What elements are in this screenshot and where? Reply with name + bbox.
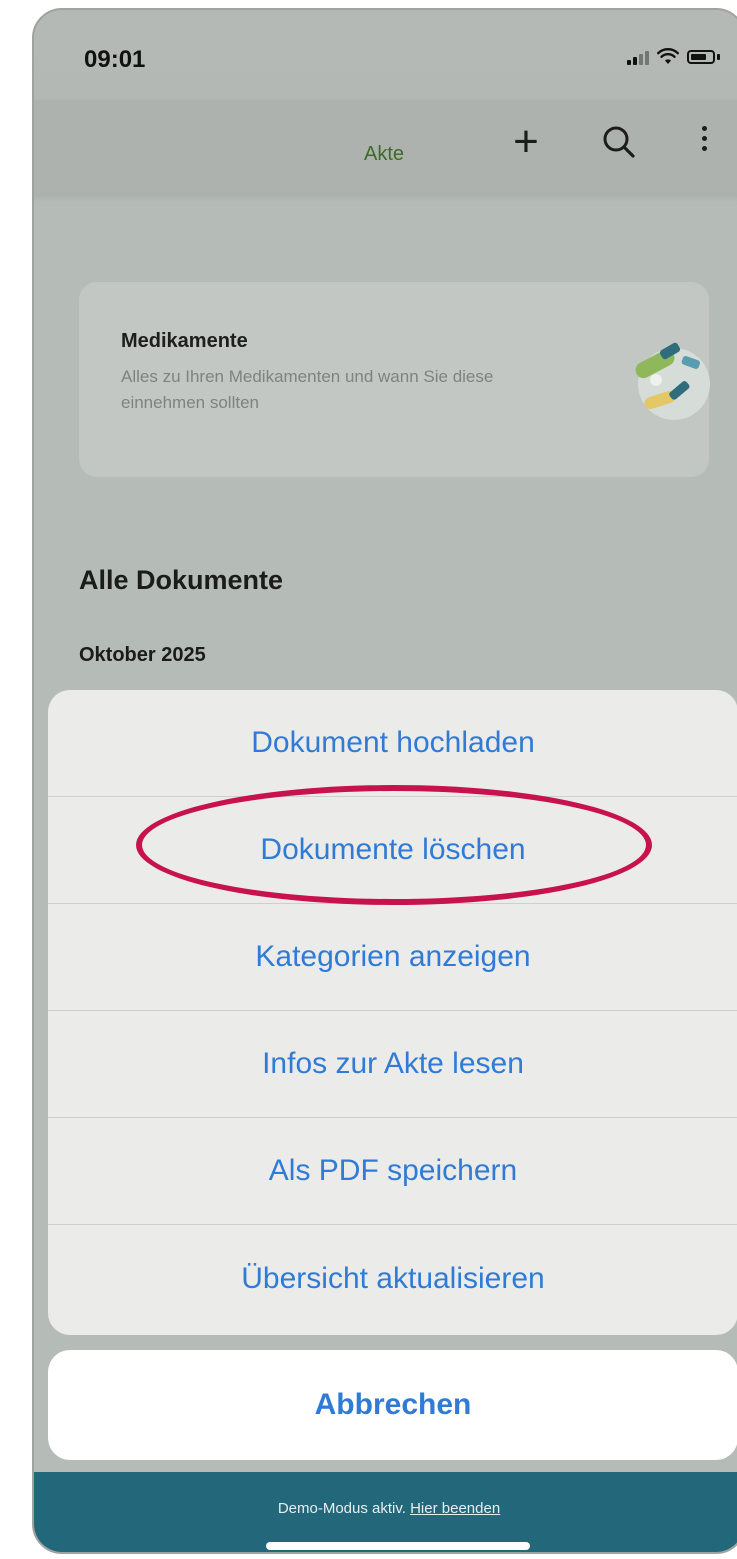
record-info-button[interactable]: Infos zur Akte lesen: [48, 1011, 737, 1118]
more-vertical-icon[interactable]: [689, 126, 719, 166]
pills-illustration-icon: [635, 342, 710, 420]
show-categories-button[interactable]: Kategorien anzeigen: [48, 904, 737, 1011]
medications-card[interactable]: Medikamente Alles zu Ihren Medikamenten …: [79, 282, 710, 477]
nav-bar: Akte +: [34, 100, 737, 195]
demo-mode-text: Demo-Modus aktiv. Hier beenden: [34, 1500, 737, 1517]
battery-icon: [687, 50, 715, 64]
battery-tip: [717, 54, 720, 60]
demo-mode-label: Demo-Modus aktiv.: [277, 1500, 406, 1517]
refresh-overview-button[interactable]: Übersicht aktualisieren: [48, 1225, 737, 1332]
medications-card-description: Alles zu Ihren Medikamenten und wann Sie…: [121, 367, 494, 412]
delete-documents-button[interactable]: Dokumente löschen: [48, 797, 737, 904]
status-time: 09:01: [84, 46, 146, 73]
status-bar: 09:01: [34, 10, 737, 100]
all-documents-heading: Alle Dokumente: [79, 565, 284, 595]
medications-card-title: Medikamente: [121, 330, 248, 352]
demo-mode-banner: Demo-Modus aktiv. Hier beenden: [34, 1472, 737, 1552]
month-heading: Oktober 2025: [79, 644, 206, 666]
search-icon[interactable]: [599, 122, 639, 162]
cancel-button[interactable]: Abbrechen: [48, 1350, 737, 1460]
home-indicator: [266, 1542, 530, 1550]
phone-frame: 09:01 Akte + Medikamente Alles zu Ihren …: [32, 8, 737, 1554]
status-icons: [627, 48, 720, 66]
plus-icon[interactable]: +: [506, 120, 546, 164]
save-as-pdf-button[interactable]: Als PDF speichern: [48, 1118, 737, 1225]
nav-title: Akte: [364, 143, 405, 165]
upload-document-button[interactable]: Dokument hochladen: [48, 690, 737, 797]
action-sheet: Dokument hochladen Dokumente löschen Kat…: [48, 690, 737, 1335]
signal-icon: [627, 49, 649, 65]
wifi-icon: [657, 48, 679, 64]
end-demo-link[interactable]: Hier beenden: [410, 1500, 500, 1517]
